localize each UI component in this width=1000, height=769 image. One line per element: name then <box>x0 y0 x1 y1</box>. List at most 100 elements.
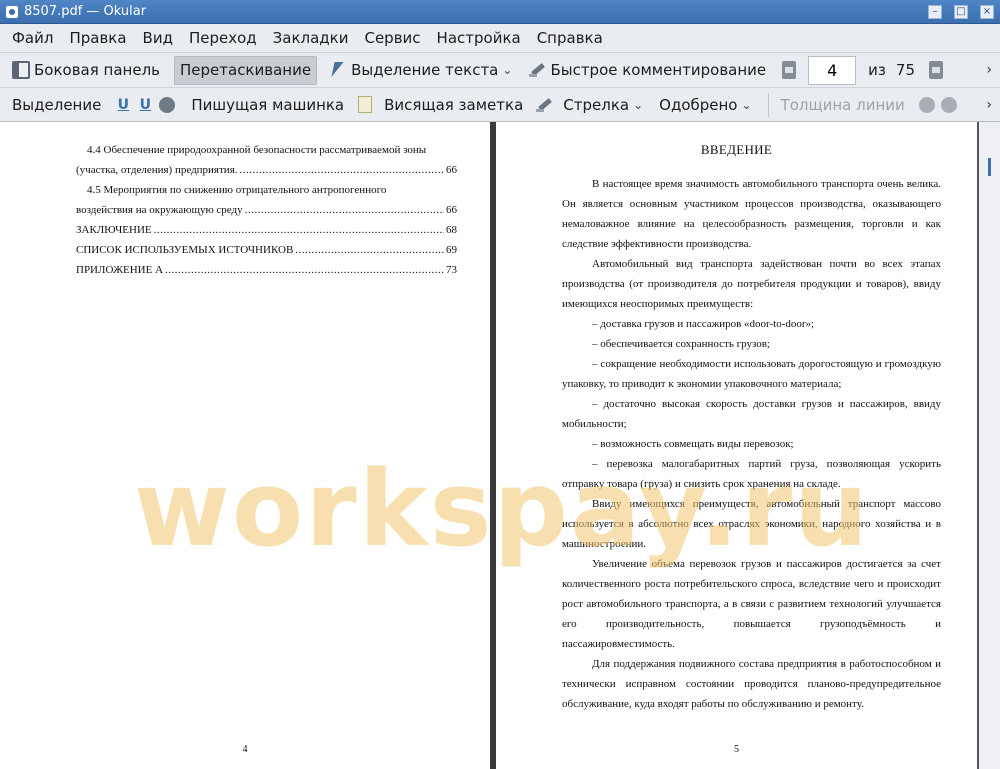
menu-go[interactable]: Переход <box>181 24 265 52</box>
chevron-down-icon[interactable]: ⌄ <box>633 98 643 112</box>
toc-entry-text: воздействия на окружающую среду <box>76 204 243 216</box>
squiggle-icon[interactable]: U <box>137 97 153 113</box>
list-item: – сокращение необходимости использовать … <box>562 358 941 390</box>
toc-entry: 4.4 Обеспечение природоохранной безопасн… <box>87 144 427 156</box>
highlighter-button[interactable]: Выделение <box>6 90 107 119</box>
page-4: 4.4 Обеспечение природоохранной безопасн… <box>0 122 490 769</box>
toc-entry-text: ЗАКЛЮЧЕНИЕ <box>76 224 152 236</box>
chevron-down-icon[interactable]: ⌄ <box>502 63 512 77</box>
toc-leader <box>240 160 445 180</box>
vertical-scrollbar[interactable] <box>979 122 1000 769</box>
toc-entry: ПРИЛОЖЕНИЕ А 73 <box>76 260 457 280</box>
list-item: – возможность совмещать виды перевозок; <box>592 438 794 450</box>
maximize-icon[interactable]: □ <box>954 4 968 19</box>
popup-note-label: Висящая заметка <box>384 95 524 114</box>
list-item: – перевозка малогабаритных партий груза,… <box>562 458 941 490</box>
cursor-icon <box>329 61 347 79</box>
page-number: 4 <box>242 744 248 755</box>
toc-page-number: 66 <box>446 204 457 216</box>
page-5: ВВЕДЕНИЕ В настоящее время значимость ав… <box>496 122 977 769</box>
menu-settings[interactable]: Настройка <box>429 24 529 52</box>
note-icon[interactable] <box>358 96 373 113</box>
minimize-icon[interactable]: – <box>928 4 942 19</box>
stamp-button[interactable]: Одобрено ⌄ <box>653 90 761 119</box>
page-of-label: из <box>868 61 886 79</box>
annotation-toolbar: Выделение U U Пишущая машинка Висящая за… <box>0 87 1000 122</box>
stamp-label: Одобрено <box>659 95 738 114</box>
next-page-icon[interactable] <box>929 61 943 79</box>
toc-entry-cont: воздействия на окружающую среду 66 <box>76 200 457 220</box>
browse-tool-label: Перетаскивание <box>180 61 312 79</box>
strikeout-icon[interactable] <box>159 96 176 113</box>
underline-icon[interactable]: U <box>115 97 131 113</box>
list-item: – доставка грузов и пассажиров «door-to-… <box>592 318 815 330</box>
paragraph: Ввиду имеющихся преимуществ, автомобильн… <box>562 498 941 550</box>
toc-entry-text: ПРИЛОЖЕНИЕ А <box>76 264 164 276</box>
browse-tool-button[interactable]: Перетаскивание <box>174 55 318 85</box>
paragraph: Для поддержания подвижного состава предп… <box>562 658 941 710</box>
line-width-label: Толщина линии <box>780 95 905 114</box>
menu-tools[interactable]: Сервис <box>356 24 428 52</box>
highlighter-label: Выделение <box>12 95 102 114</box>
toc-entry: ЗАКЛЮЧЕНИЕ 68 <box>76 220 457 240</box>
okular-app-icon <box>6 5 18 18</box>
paragraph: Автомобильный вид транспорта задействова… <box>562 258 941 310</box>
toc-entry-cont: (участка, отделения) предприятия. 66 <box>76 160 457 180</box>
toc-page-number: 73 <box>446 264 457 276</box>
arrow-label: Стрелка <box>563 95 630 114</box>
sidebar-label: Боковая панель <box>34 61 160 79</box>
color-icon[interactable] <box>918 96 935 113</box>
menu-bar: Файл Правка Вид Переход Закладки Сервис … <box>0 24 1000 52</box>
toc-leader <box>154 220 444 240</box>
previous-page-icon[interactable] <box>782 61 797 79</box>
popup-note-button[interactable]: Висящая заметка <box>378 90 529 119</box>
window-title: 8507.pdf — Okular <box>24 4 147 19</box>
quick-annotation-label: Быстрое комментирование <box>550 61 767 79</box>
toc-entry: СПИСОК ИСПОЛЬЗУЕМЫХ ИСТОЧНИКОВ 69 <box>76 240 457 260</box>
document-view[interactable]: 4.4 Обеспечение природоохранной безопасн… <box>0 122 1000 769</box>
menu-edit[interactable]: Правка <box>61 24 134 52</box>
sidebar-icon <box>12 61 30 79</box>
toc-leader <box>295 240 444 260</box>
paragraph: В настоящее время значимость автомобильн… <box>562 178 941 250</box>
arrow-tool-icon[interactable] <box>535 96 553 114</box>
typewriter-label: Пишущая машинка <box>191 95 345 114</box>
quick-annotation-button[interactable]: Быстрое комментирование <box>522 56 772 85</box>
page-number: 5 <box>734 744 739 755</box>
toc-page-number: 69 <box>446 244 457 256</box>
main-toolbar: Боковая панель Перетаскивание Выделение … <box>0 52 1000 87</box>
text-select-label: Выделение текста <box>351 61 499 79</box>
toc-leader <box>165 260 444 280</box>
line-width-button[interactable]: Толщина линии <box>775 90 911 119</box>
menu-view[interactable]: Вид <box>135 24 181 52</box>
pen-icon <box>528 61 546 79</box>
toolbar-separator <box>767 92 769 117</box>
list-item: – обеспечивается сохранность грузов; <box>592 338 770 350</box>
paragraph: Увеличение объема перевозок грузов и пас… <box>562 558 941 650</box>
list-item: – достаточно высокая скорость доставки г… <box>562 398 941 430</box>
toc-entry: 4.5 Мероприятия по снижению отрицательно… <box>87 184 387 196</box>
page-number-input[interactable] <box>808 55 857 85</box>
opacity-icon[interactable] <box>940 96 957 113</box>
toolbar-overflow-icon[interactable]: › <box>986 62 992 78</box>
close-icon[interactable]: × <box>980 4 994 19</box>
toc-page-number: 66 <box>446 164 457 176</box>
toc-entry-text: (участка, отделения) предприятия. <box>76 164 238 176</box>
toc-entry-text: СПИСОК ИСПОЛЬЗУЕМЫХ ИСТОЧНИКОВ <box>76 244 294 256</box>
page-body: В настоящее время значимость автомобильн… <box>562 174 941 714</box>
chevron-down-icon[interactable]: ⌄ <box>741 98 751 112</box>
text-select-button[interactable]: Выделение текста ⌄ <box>323 56 522 85</box>
sidebar-button[interactable]: Боковая панель <box>6 56 166 85</box>
arrow-button[interactable]: Стрелка ⌄ <box>557 90 653 119</box>
menu-help[interactable]: Справка <box>529 24 611 52</box>
toc-page-number: 68 <box>446 224 457 236</box>
table-of-contents: 4.4 Обеспечение природоохранной безопасн… <box>76 140 457 280</box>
section-title: ВВЕДЕНИЕ <box>700 142 773 157</box>
menu-bookmarks[interactable]: Закладки <box>265 24 357 52</box>
menu-file[interactable]: Файл <box>4 24 61 52</box>
title-bar: 8507.pdf — Okular – □ × <box>0 0 1000 24</box>
scrollbar-thumb[interactable] <box>988 158 991 176</box>
toolbar-overflow-icon[interactable]: › <box>986 97 992 113</box>
typewriter-button[interactable]: Пишущая машинка <box>185 90 350 119</box>
page-total-label: 75 <box>895 61 915 79</box>
